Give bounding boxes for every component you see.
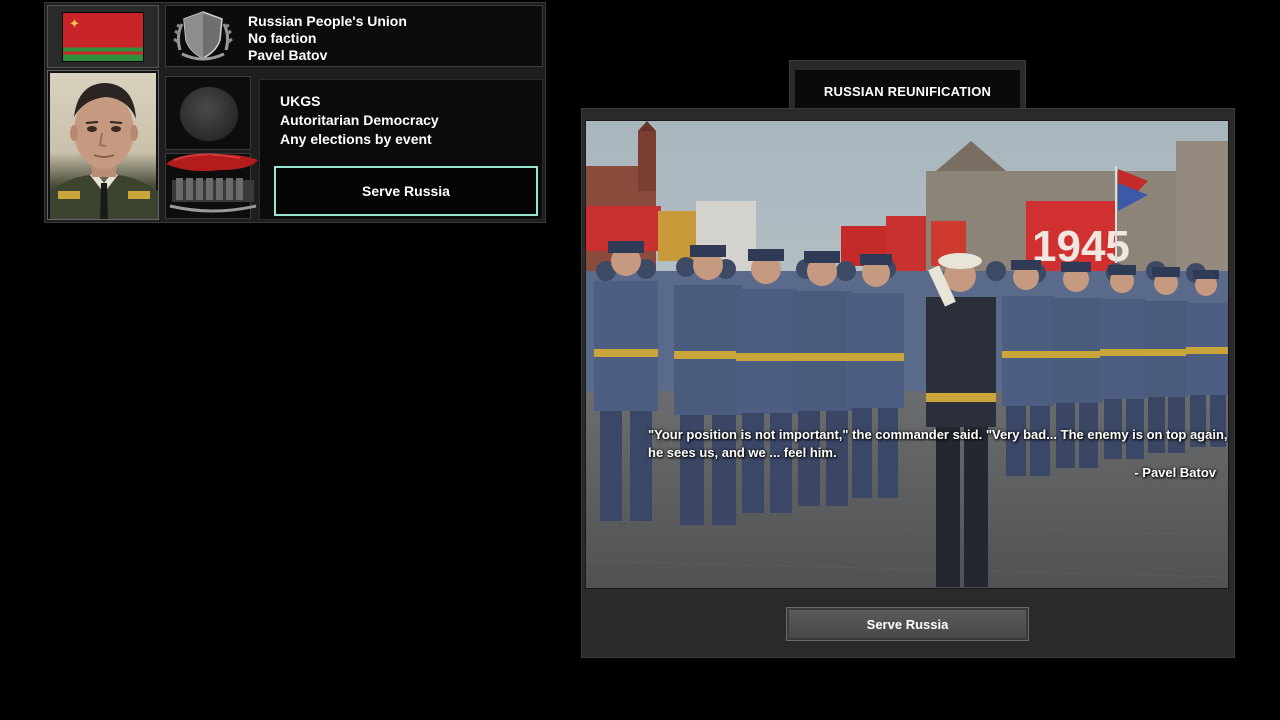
event-option-serve-russia-button[interactable]: Serve Russia	[786, 607, 1029, 641]
faction-text: Russian People's Union No faction Pavel …	[248, 13, 407, 64]
event-window: 1945 "Your position is not important," t…	[581, 108, 1235, 658]
ideology-circle-icon[interactable]	[179, 86, 239, 142]
government-text: UKGS Autoritarian Democracy Any election…	[280, 92, 439, 149]
leader-portrait[interactable]	[47, 70, 159, 220]
ideology-name: Autoritarian Democracy	[280, 112, 439, 128]
event-title: RUSSIAN REUNIFICATION	[795, 70, 1020, 112]
government-box: UKGS Autoritarian Democracy Any election…	[259, 79, 543, 220]
faction-name: No faction	[248, 30, 317, 46]
flag-icon[interactable]: ✦	[62, 11, 144, 62]
event-quote: "Your position is not important," the co…	[648, 427, 1228, 460]
flag-frame[interactable]: ✦	[47, 5, 159, 68]
parade-illustration: 1945	[586, 121, 1228, 588]
shield-laurel-icon[interactable]	[172, 10, 234, 64]
flag-emblem-icon: ✦	[69, 15, 80, 31]
country-info-panel: ✦ Russian People's Union No faction Pave…	[44, 2, 546, 223]
event-quote-author: - Pavel Batov	[1134, 465, 1216, 480]
ideology-frame	[165, 76, 251, 150]
decision-serve-russia-button[interactable]: Serve Russia	[274, 166, 538, 216]
portrait-figure	[50, 83, 158, 219]
leader-name: Pavel Batov	[248, 47, 328, 63]
leader-portrait-image	[50, 73, 158, 219]
event-picture: 1945 "Your position is not important," t…	[585, 120, 1229, 589]
party-frame	[165, 153, 258, 219]
faction-row: Russian People's Union No faction Pavel …	[165, 5, 543, 67]
party-soldiers-icon[interactable]	[160, 150, 264, 222]
country-name: Russian People's Union	[248, 13, 407, 29]
event-title-tab: RUSSIAN REUNIFICATION	[789, 60, 1026, 112]
election-rule: Any elections by event	[280, 131, 432, 147]
party-name: UKGS	[280, 93, 321, 109]
